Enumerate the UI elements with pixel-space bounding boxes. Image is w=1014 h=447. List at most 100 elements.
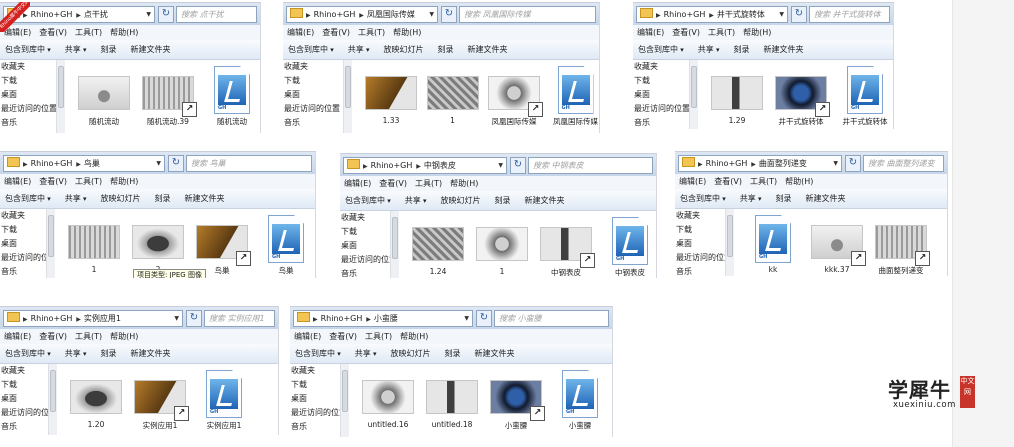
nav-item[interactable]: 音乐 [0, 116, 56, 130]
file-item[interactable]: GH 中钢表皮 [600, 211, 656, 278]
menu-item[interactable]: 编辑(E) [679, 177, 706, 186]
toolbar-button[interactable]: 新建文件夹 [475, 349, 515, 358]
file-item[interactable]: ↗ 凤凰国际传媒 [484, 60, 544, 133]
nav-item[interactable]: 收藏夹 [283, 60, 343, 74]
file-item[interactable]: 1.29 [707, 60, 767, 129]
file-item[interactable]: GH kk [743, 209, 803, 276]
toolbar-button[interactable]: 新建文件夹 [525, 196, 565, 205]
refresh-button[interactable]: ↻ [476, 310, 492, 327]
breadcrumb-folder[interactable]: 中钢表皮 [424, 161, 456, 170]
file-item[interactable]: ↗ kkk.37 [807, 209, 867, 276]
toolbar-button[interactable]: 包含到库中 [5, 194, 51, 203]
address-dropdown-icon[interactable]: ▼ [498, 158, 503, 173]
scroll-thumb[interactable] [50, 370, 56, 412]
nav-item[interactable]: 收藏夹 [675, 209, 725, 223]
nav-item[interactable]: 最近访问的位置 [633, 102, 689, 116]
nav-item[interactable]: 音乐 [290, 420, 340, 434]
menu-item[interactable]: 查看(V) [322, 28, 350, 37]
toolbar-button[interactable]: 共享 [405, 196, 427, 205]
menu-item[interactable]: 查看(V) [39, 332, 67, 341]
nav-item[interactable]: 下载 [290, 378, 340, 392]
nav-item[interactable]: 收藏夹 [290, 364, 340, 378]
menu-item[interactable]: 工具(T) [75, 177, 102, 186]
file-item[interactable]: GH 实例应用1 [194, 364, 254, 435]
file-item[interactable]: 1.33 [361, 60, 421, 133]
file-item[interactable]: 2 [128, 209, 188, 278]
breadcrumb[interactable]: ▶ Rhino+GH ▶ 鸟巢 ▼ [3, 155, 165, 172]
nav-item[interactable]: 下载 [633, 74, 689, 88]
file-item[interactable]: ↗ 中钢表皮 [536, 211, 596, 278]
file-item[interactable]: 1.20 [66, 364, 126, 435]
file-item[interactable]: ↗ 实例应用1 [130, 364, 190, 435]
nav-item[interactable]: 最近访问的位置 [340, 253, 390, 267]
menu-item[interactable]: 编辑(E) [294, 332, 321, 341]
file-item[interactable]: GH 凤凰国际传媒 [546, 60, 600, 133]
toolbar-button[interactable]: 放映幻灯片 [101, 194, 141, 203]
scroll-thumb[interactable] [345, 66, 351, 108]
toolbar-button[interactable]: 刻录 [445, 349, 461, 358]
breadcrumb[interactable]: ▶ Rhino+GH ▶ 小蛮腰 ▼ [293, 310, 473, 327]
search-input[interactable]: 搜索 点干扰 [176, 6, 257, 23]
nav-item[interactable]: 音乐 [633, 116, 689, 129]
address-dropdown-icon[interactable]: ▼ [146, 7, 151, 22]
nav-item[interactable]: 收藏夹 [633, 60, 689, 74]
scroll-thumb[interactable] [727, 215, 733, 257]
menu-item[interactable]: 帮助(H) [110, 28, 138, 37]
file-item[interactable]: ↗ 随机流动.39 [138, 60, 198, 133]
nav-item[interactable]: 桌面 [633, 88, 689, 102]
menu-item[interactable]: 查看(V) [379, 179, 407, 188]
nav-item[interactable]: 下载 [0, 378, 48, 392]
toolbar-button[interactable]: 包含到库中 [295, 349, 341, 358]
search-input[interactable]: 搜索 井干式旋转体 [809, 6, 890, 23]
nav-item[interactable]: 音乐 [283, 116, 343, 130]
breadcrumb-root[interactable]: Rhino+GH [664, 10, 706, 19]
nav-item[interactable]: 桌面 [283, 88, 343, 102]
nav-item[interactable]: 下载 [0, 74, 56, 88]
toolbar-button[interactable]: 放映幻灯片 [391, 349, 431, 358]
menu-item[interactable]: 工具(T) [708, 28, 735, 37]
nav-item[interactable]: 音乐 [0, 265, 46, 278]
nav-scrollbar[interactable] [48, 364, 57, 435]
nav-item[interactable]: 音乐 [340, 267, 390, 278]
menu-item[interactable]: 查看(V) [39, 28, 67, 37]
address-dropdown-icon[interactable]: ▼ [464, 311, 469, 326]
toolbar-button[interactable]: 放映幻灯片 [441, 196, 481, 205]
menu-item[interactable]: 查看(V) [714, 177, 742, 186]
nav-scrollbar[interactable] [725, 209, 734, 276]
toolbar-button[interactable]: 共享 [740, 194, 762, 203]
refresh-button[interactable]: ↻ [186, 310, 202, 327]
refresh-button[interactable]: ↻ [168, 155, 184, 172]
file-item[interactable]: ↗ 井干式旋转体 [771, 60, 831, 129]
nav-scrollbar[interactable] [689, 60, 698, 129]
breadcrumb-root[interactable]: Rhino+GH [31, 159, 73, 168]
menu-item[interactable]: 工具(T) [365, 332, 392, 341]
nav-scrollbar[interactable] [343, 60, 352, 133]
toolbar-button[interactable]: 刻录 [101, 45, 117, 54]
nav-item[interactable]: 收藏夹 [340, 211, 390, 225]
scroll-thumb[interactable] [48, 215, 54, 257]
breadcrumb[interactable]: ▶ Rhino+GH ▶ 井干式旋转体 ▼ [636, 6, 788, 23]
toolbar-button[interactable]: 共享 [698, 45, 720, 54]
nav-item[interactable]: 音乐 [0, 420, 48, 434]
search-input[interactable]: 搜索 鸟巢 [186, 155, 312, 172]
menu-item[interactable]: 查看(V) [39, 177, 67, 186]
nav-item[interactable]: 桌面 [0, 237, 46, 251]
nav-item[interactable]: 音乐 [675, 265, 725, 276]
toolbar-button[interactable]: 包含到库中 [680, 194, 726, 203]
breadcrumb-folder[interactable]: 井干式旋转体 [717, 10, 765, 19]
menu-item[interactable]: 编辑(E) [4, 332, 31, 341]
nav-scrollbar[interactable] [46, 209, 55, 278]
breadcrumb-folder[interactable]: 点干扰 [84, 10, 108, 19]
nav-item[interactable]: 收藏夹 [0, 209, 46, 223]
toolbar-button[interactable]: 刻录 [734, 45, 750, 54]
menu-item[interactable]: 查看(V) [329, 332, 357, 341]
file-item[interactable]: 1.24 [408, 211, 468, 278]
search-input[interactable]: 搜索 凤凰国际传媒 [459, 6, 596, 23]
toolbar-button[interactable]: 新建文件夹 [131, 349, 171, 358]
toolbar-button[interactable]: 新建文件夹 [764, 45, 804, 54]
toolbar-button[interactable]: 刻录 [101, 349, 117, 358]
file-item[interactable]: untitled.16 [358, 364, 418, 437]
file-item[interactable]: ↗ 鸟巢 [192, 209, 252, 278]
breadcrumb-folder[interactable]: 曲面整列递变 [759, 159, 807, 168]
refresh-button[interactable]: ↻ [791, 6, 807, 23]
